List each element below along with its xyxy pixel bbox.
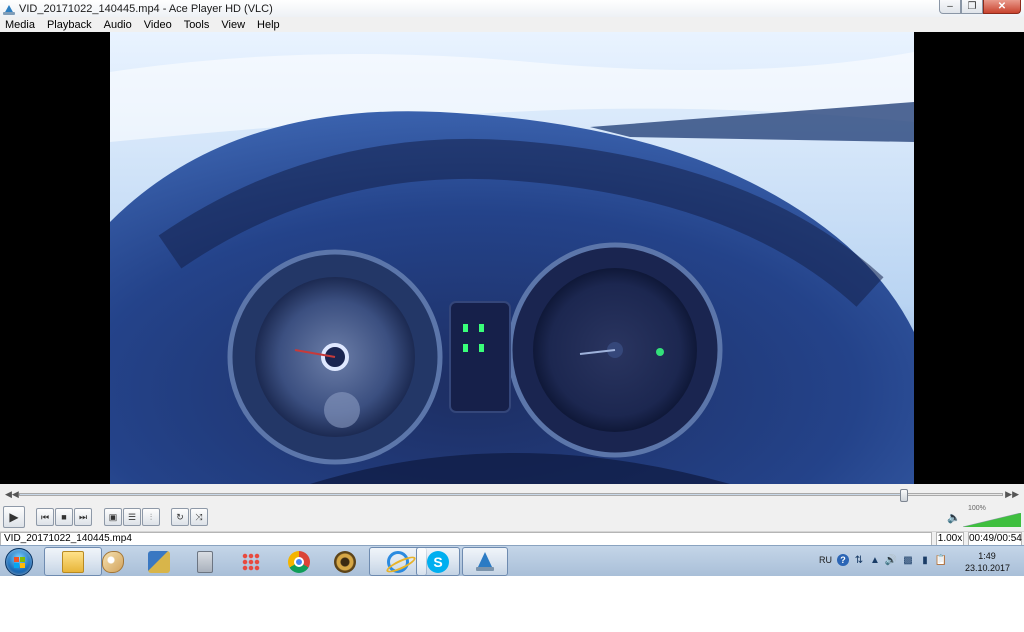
- window-title: VID_20171022_140445.mp4 - Ace Player HD …: [19, 2, 273, 15]
- clock-time: 1:49: [978, 551, 996, 561]
- status-filename: VID_20171022_140445.mp4: [0, 532, 932, 546]
- menu-media[interactable]: Media: [5, 19, 35, 31]
- taskbar: S RU ? ⇅ ▲ 🔊 ▩ ▮ 📋 1:49 23.10.2017: [0, 545, 1024, 576]
- restore-button[interactable]: ❐: [961, 0, 983, 14]
- fullscreen-button[interactable]: ▣: [104, 508, 122, 526]
- seek-slider[interactable]: [19, 489, 1003, 502]
- menu-audio[interactable]: Audio: [104, 19, 132, 31]
- window-controls: – ❐ ✕: [939, 0, 1021, 14]
- seek-back-icon[interactable]: ◀◀: [5, 489, 19, 500]
- playlist-button[interactable]: ☰: [123, 508, 141, 526]
- menu-tools[interactable]: Tools: [184, 19, 210, 31]
- volume-tray-icon[interactable]: 🔊: [885, 554, 897, 566]
- taskbar-vlc[interactable]: [462, 547, 508, 576]
- show-hidden-icon[interactable]: ▲: [869, 554, 881, 566]
- system-tray: RU ? ⇅ ▲ 🔊 ▩ ▮ 📋 1:49 23.10.2017: [815, 546, 1024, 577]
- speaker-icon[interactable]: 🔈: [947, 511, 961, 524]
- video-frame: [110, 32, 914, 484]
- skype-icon: S: [427, 550, 449, 573]
- close-button[interactable]: ✕: [983, 0, 1021, 14]
- clipboard-icon[interactable]: 📋: [935, 554, 947, 566]
- battery-icon[interactable]: ▮: [919, 554, 931, 566]
- seek-fill: [20, 494, 904, 495]
- video-area[interactable]: [0, 32, 1024, 484]
- seek-row: ◀◀ ▶▶: [0, 484, 1024, 504]
- video-image: [110, 32, 914, 484]
- network-icon[interactable]: ▩: [902, 554, 914, 566]
- calculator-icon: [197, 550, 213, 573]
- minimize-button[interactable]: –: [939, 0, 961, 14]
- clock[interactable]: 1:49 23.10.2017: [965, 550, 1011, 574]
- ie-icon: [387, 550, 409, 573]
- time-display[interactable]: 00:49/00:54: [968, 532, 1022, 546]
- playback-speed[interactable]: 1.00x: [936, 532, 964, 546]
- grid-icon: [242, 552, 260, 571]
- menu-video[interactable]: Video: [144, 19, 172, 31]
- shuffle-button[interactable]: ⤨: [190, 508, 208, 526]
- eye-icon: [334, 550, 356, 573]
- language-indicator[interactable]: RU: [819, 555, 832, 565]
- loop-button[interactable]: ↻: [171, 508, 189, 526]
- status-bar: VID_20171022_140445.mp4 1.00x 00:49/00:5…: [0, 531, 1024, 546]
- next-button[interactable]: ⏭: [74, 508, 92, 526]
- vlc-icon: [475, 551, 495, 572]
- taskbar-skype[interactable]: S: [416, 547, 460, 576]
- menu-bar: Media Playback Audio Video Tools View He…: [0, 17, 1024, 32]
- input-switch-icon[interactable]: ⇅: [853, 554, 865, 566]
- volume-slider[interactable]: [963, 513, 1021, 527]
- palette-icon: [102, 550, 124, 573]
- taskbar-eye[interactable]: [316, 547, 374, 576]
- equalizer-button[interactable]: ⫶: [142, 508, 160, 526]
- seek-handle[interactable]: [899, 489, 908, 502]
- stop-button[interactable]: ■: [55, 508, 73, 526]
- vlc-cone-icon: [3, 3, 15, 15]
- menu-playback[interactable]: Playback: [47, 19, 92, 31]
- clock-date: 23.10.2017: [965, 563, 1011, 573]
- folder-icon: [62, 550, 84, 573]
- menu-help[interactable]: Help: [257, 19, 280, 31]
- play-button[interactable]: ▶: [3, 506, 25, 528]
- previous-button[interactable]: ⏮: [36, 508, 54, 526]
- start-button[interactable]: [5, 548, 33, 576]
- menu-view[interactable]: View: [221, 19, 245, 31]
- tools-icon: [148, 550, 170, 573]
- help-icon[interactable]: ?: [837, 554, 849, 566]
- title-bar: VID_20171022_140445.mp4 - Ace Player HD …: [0, 0, 1024, 17]
- playback-controls: ▶ ⏮ ■ ⏭ ▣ ☰ ⫶ ↻ ⤨ 🔈 100%: [0, 504, 1024, 531]
- chrome-icon: [288, 550, 310, 573]
- volume-percent: 100%: [968, 505, 986, 512]
- seek-forward-icon[interactable]: ▶▶: [1005, 489, 1019, 500]
